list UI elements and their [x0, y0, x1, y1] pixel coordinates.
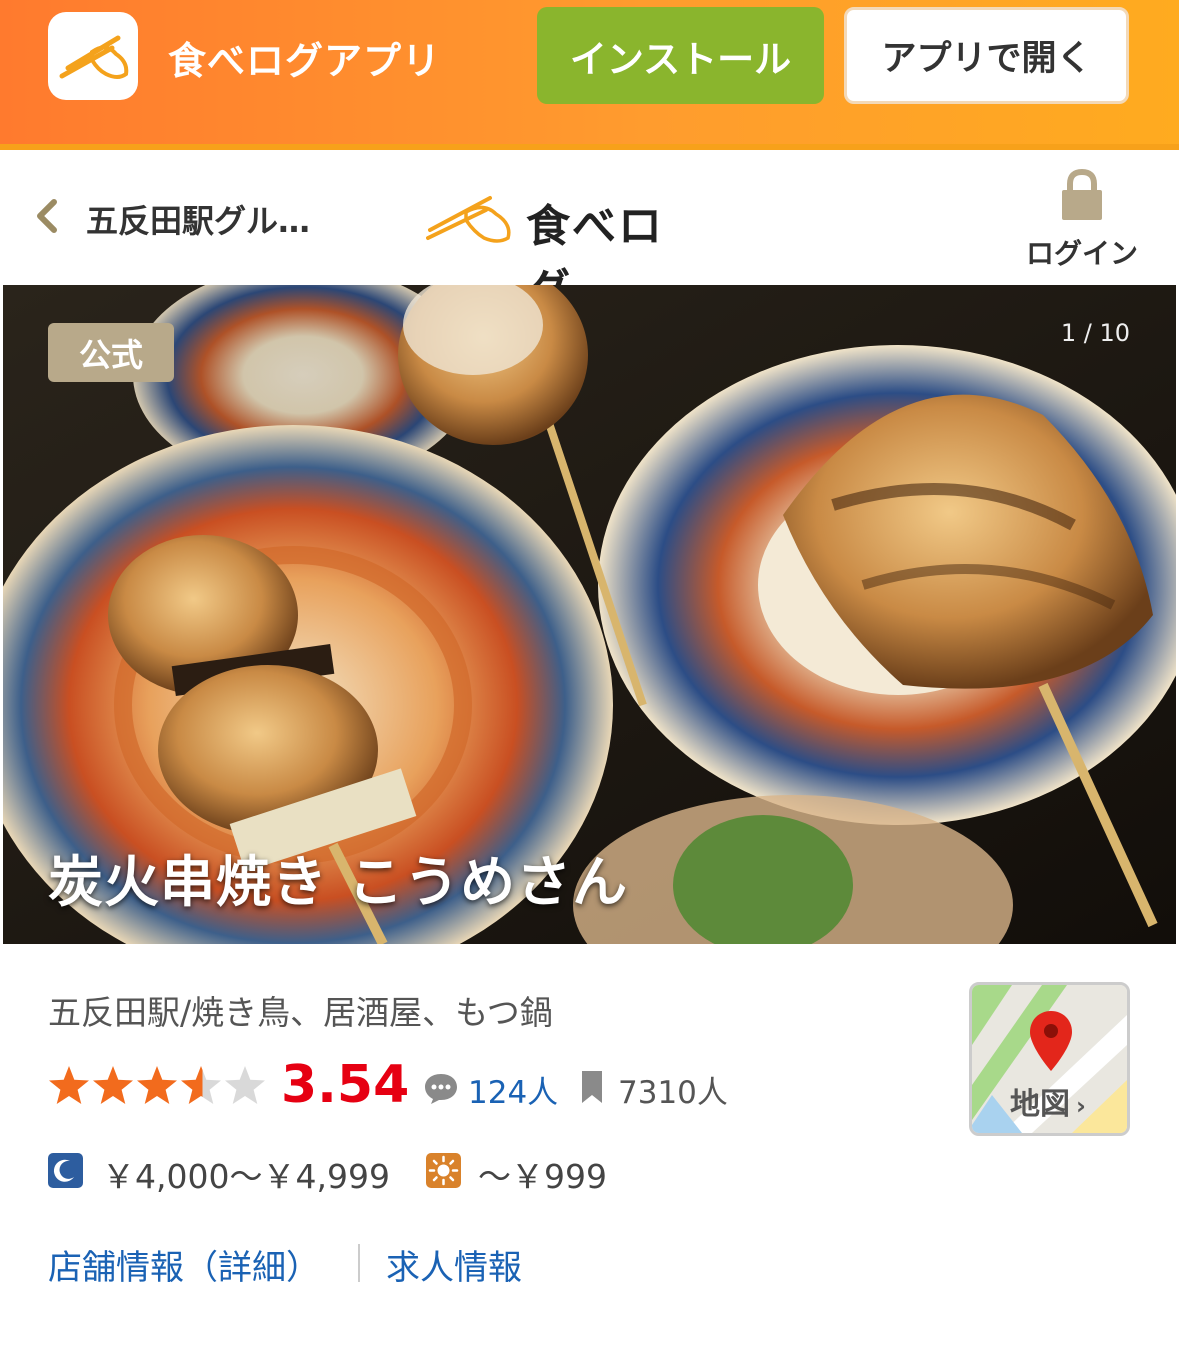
open-in-app-button[interactable]: アプリで開く [844, 7, 1129, 104]
info-links: 店舗情報（詳細） 求人情報 [48, 1240, 748, 1289]
sun-icon [426, 1153, 461, 1188]
station-genre: 五反田駅/焼き鳥、居酒屋、もつ鍋 [48, 993, 553, 1032]
map-label-text: 地図 [1010, 1087, 1070, 1122]
tabelog-app-icon [48, 12, 138, 100]
official-badge: 公式 [48, 323, 174, 382]
moon-icon [48, 1153, 83, 1188]
install-button[interactable]: インストール [537, 7, 824, 104]
site-header: 五反田駅グル… 食べログ ログイン [0, 150, 1179, 316]
store-detail-link[interactable]: 店舗情報（詳細） [48, 1240, 320, 1289]
chopsticks-hand-icon [426, 196, 511, 243]
login-button[interactable]: ログイン [1020, 232, 1144, 272]
breadcrumb[interactable]: 五反田駅グル… [86, 196, 310, 242]
bookmark-icon [580, 1069, 604, 1105]
dinner-price: ￥4,000～￥4,999 [102, 1157, 390, 1196]
tabelog-logo[interactable]: 食べログ [426, 186, 696, 316]
star-icon [49, 1066, 89, 1104]
app-banner: 食べログアプリ インストール アプリで開く [0, 0, 1179, 150]
rating-row: 3.54 124人 7310人 [48, 1055, 808, 1125]
app-name: 食べログアプリ [168, 39, 442, 83]
price-row: ￥4,000～￥4,999 ～￥999 [48, 1150, 748, 1196]
star-icon [225, 1066, 265, 1104]
map-label: 地図 › [1010, 1079, 1086, 1123]
chevron-left-icon[interactable] [32, 198, 62, 234]
star-icon [181, 1066, 221, 1104]
lock-icon[interactable] [1060, 168, 1104, 222]
restaurant-name: 炭火串焼き こうめさん [48, 850, 629, 914]
bookmark-count: 7310人 [618, 1075, 728, 1111]
link-divider [358, 1244, 360, 1282]
jobs-link[interactable]: 求人情報 [386, 1240, 522, 1289]
star-icon [93, 1066, 133, 1104]
lunch-price: ～￥999 [478, 1157, 607, 1196]
map-pin-icon [1028, 1009, 1074, 1077]
chevron-right-icon: › [1076, 1092, 1086, 1120]
rating-score: 3.54 [281, 1055, 410, 1115]
map-button[interactable]: 地図 › [969, 982, 1130, 1136]
speech-bubble-icon [423, 1071, 459, 1105]
hero-photo-carousel[interactable]: 公式 1 / 10 炭火串焼き こうめさん [3, 285, 1176, 944]
rating-stars [49, 1066, 265, 1104]
review-count-link[interactable]: 124人 [468, 1067, 558, 1112]
star-icon [137, 1066, 177, 1104]
photo-counter: 1 / 10 [1060, 319, 1130, 347]
